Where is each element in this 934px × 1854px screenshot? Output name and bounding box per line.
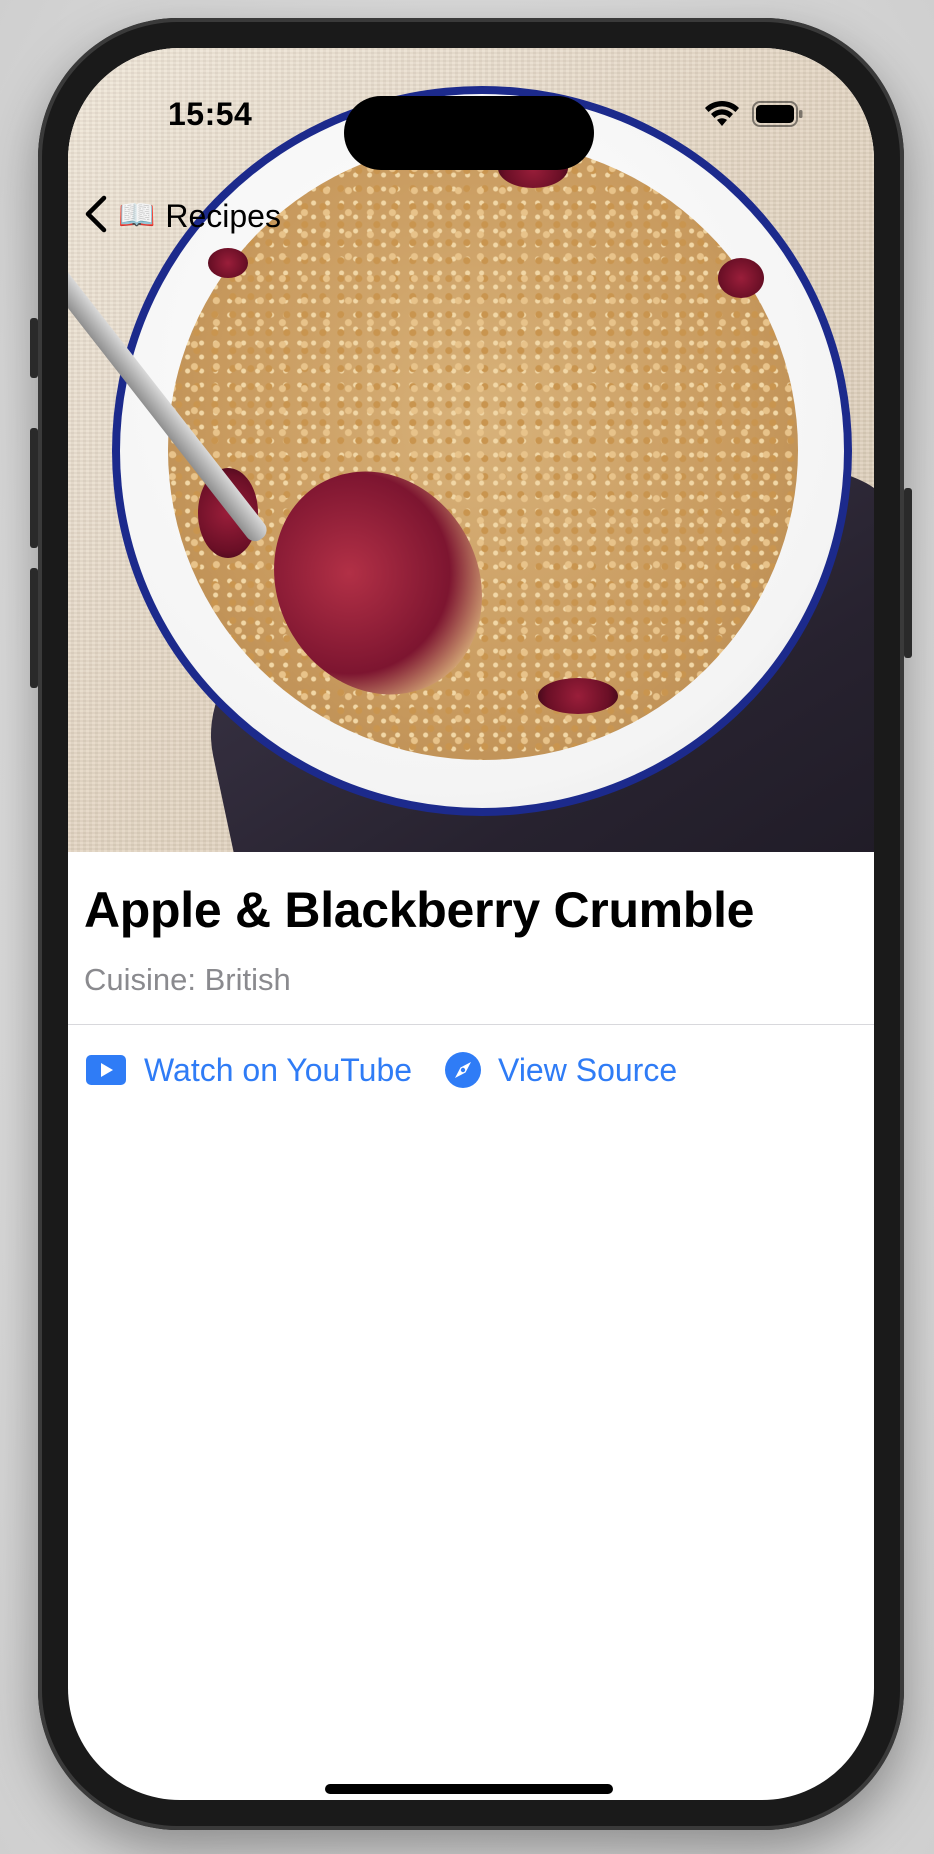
chevron-left-icon <box>82 194 108 239</box>
back-button-label: Recipes <box>165 197 281 234</box>
recipe-details: Apple & Blackberry Crumble Cuisine: Brit… <box>68 852 874 1089</box>
status-bar: 15:54 <box>68 48 874 170</box>
back-button[interactable]: 📖 Recipes <box>68 194 281 239</box>
action-button <box>30 318 38 378</box>
dynamic-island <box>344 96 594 170</box>
battery-icon <box>752 101 804 127</box>
play-rectangle-icon <box>84 1053 128 1087</box>
recipe-links: Watch on YouTube View Source <box>68 1025 874 1089</box>
watch-on-youtube-link[interactable]: Watch on YouTube <box>84 1052 412 1089</box>
book-icon: 📖 <box>118 199 156 232</box>
phone-frame: 15:54 📖 Recipes Apple & Blackberry Crumb… <box>30 18 912 1830</box>
screen: 15:54 📖 Recipes Apple & Blackberry Crumb… <box>68 48 874 1800</box>
view-source-link[interactable]: View Source <box>444 1051 677 1089</box>
status-time: 15:54 <box>168 96 253 132</box>
navigation-bar: 📖 Recipes <box>68 186 281 246</box>
device-stage: 15:54 📖 Recipes Apple & Blackberry Crumb… <box>0 0 934 1854</box>
status-icons <box>704 100 804 128</box>
wifi-icon <box>704 100 740 128</box>
safari-compass-icon <box>444 1051 482 1089</box>
volume-up-button <box>30 428 38 548</box>
recipe-title: Apple & Blackberry Crumble <box>84 882 755 938</box>
power-button <box>904 488 912 658</box>
volume-down-button <box>30 568 38 688</box>
view-source-label: View Source <box>498 1051 678 1088</box>
recipe-cuisine: Cuisine: British <box>84 962 291 997</box>
watch-on-youtube-label: Watch on YouTube <box>144 1051 413 1088</box>
home-indicator[interactable] <box>325 1784 613 1794</box>
